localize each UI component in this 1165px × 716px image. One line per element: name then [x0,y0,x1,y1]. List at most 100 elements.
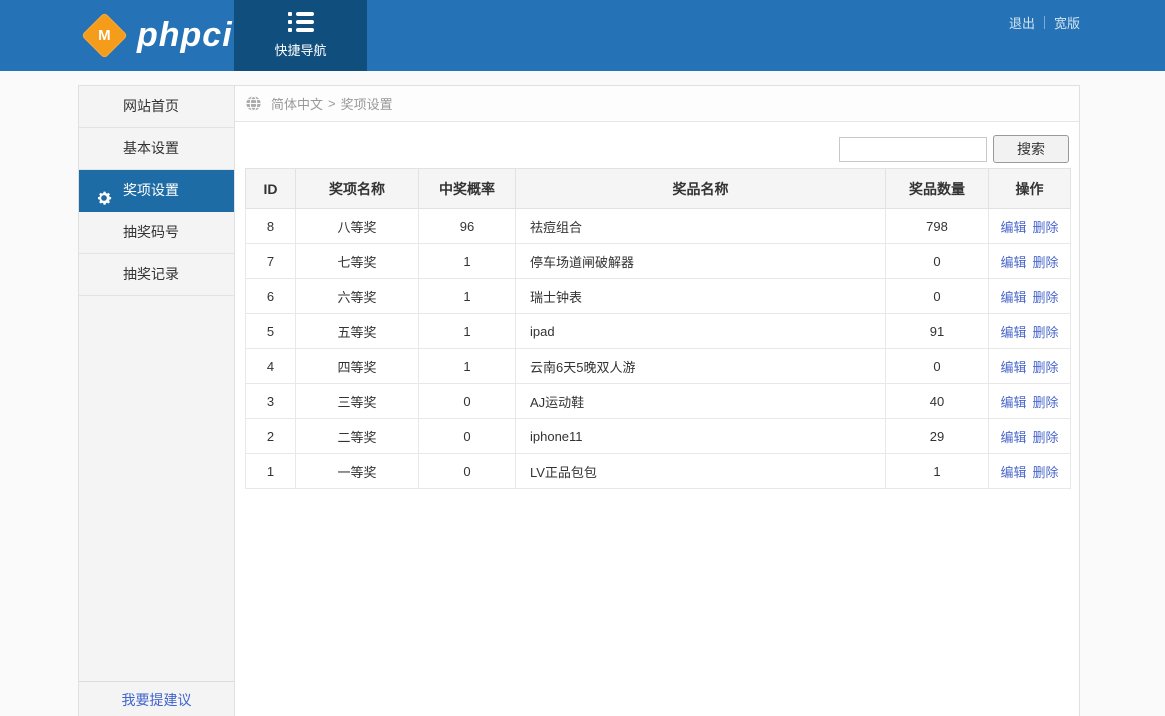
column-header-quantity: 奖品数量 [886,169,989,209]
cell-prize-name: 二等奖 [296,419,419,454]
cell-id: 7 [246,244,296,279]
table-row: 7 七等奖 1 停车场道闸破解器 0 编辑删除 [246,244,1071,279]
edit-link[interactable]: 编辑 [1000,465,1026,480]
cell-prize-name: 八等奖 [296,209,419,244]
cell-probability: 96 [419,209,516,244]
cell-prize-name: 四等奖 [296,349,419,384]
cell-product-name: 停车场道闸破解器 [516,244,886,279]
column-header-id: ID [246,169,296,209]
cell-prize-name: 六等奖 [296,279,419,314]
header-links: 退出 宽版 [1009,13,1080,32]
sidebar-item-basic-settings[interactable]: 基本设置 [79,128,234,170]
table-row: 3 三等奖 0 AJ运动鞋 40 编辑删除 [246,384,1071,419]
cell-actions: 编辑删除 [989,454,1071,489]
cell-prize-name: 七等奖 [296,244,419,279]
edit-link[interactable]: 编辑 [1000,220,1026,235]
delete-link[interactable]: 删除 [1033,360,1059,375]
cell-id: 8 [246,209,296,244]
sidebar-item-home[interactable]: 网站首页 [79,86,234,128]
cell-prize-name: 三等奖 [296,384,419,419]
breadcrumb-separator: > [328,96,336,111]
table-row: 5 五等奖 1 ipad 91 编辑删除 [246,314,1071,349]
delete-link[interactable]: 删除 [1033,220,1059,235]
cell-product-name: 祛痘组合 [516,209,886,244]
logout-link[interactable]: 退出 [1009,13,1035,32]
main-content: 简体中文 > 奖项设置 搜索 ID 奖项名称 中奖概率 奖品名称 奖品数量 操作 [235,85,1080,716]
cell-id: 3 [246,384,296,419]
gear-icon [95,182,113,200]
sidebar-item-prize-settings[interactable]: 奖项设置 [79,170,234,212]
cell-id: 2 [246,419,296,454]
content-area: 搜索 ID 奖项名称 中奖概率 奖品名称 奖品数量 操作 8 [235,122,1079,489]
delete-link[interactable]: 删除 [1033,255,1059,270]
edit-link[interactable]: 编辑 [1000,360,1026,375]
cell-actions: 编辑删除 [989,419,1071,454]
cell-probability: 1 [419,279,516,314]
cell-quantity: 1 [886,454,989,489]
top-header-bar: M phpci 快捷导航 退出 宽版 [0,0,1165,71]
edit-link[interactable]: 编辑 [1000,255,1026,270]
delete-link[interactable]: 删除 [1033,290,1059,305]
edit-link[interactable]: 编辑 [1000,395,1026,410]
cell-id: 5 [246,314,296,349]
column-header-probability: 中奖概率 [419,169,516,209]
table-header-row: ID 奖项名称 中奖概率 奖品名称 奖品数量 操作 [246,169,1071,209]
suggestion-link[interactable]: 我要提建议 [122,692,192,708]
cell-probability: 0 [419,384,516,419]
sidebar-item-label: 抽奖记录 [123,266,179,282]
cell-probability: 1 [419,314,516,349]
column-header-actions: 操作 [989,169,1071,209]
logo-text: phpci [137,16,233,55]
cell-id: 1 [246,454,296,489]
app-logo: M phpci [88,0,233,71]
cell-quantity: 40 [886,384,989,419]
table-row: 6 六等奖 1 瑞士钟表 0 编辑删除 [246,279,1071,314]
sidebar-item-label: 网站首页 [123,98,179,114]
link-divider [1044,16,1045,29]
delete-link[interactable]: 删除 [1033,465,1059,480]
breadcrumb: 简体中文 > 奖项设置 [235,86,1079,122]
sidebar-item-lottery-codes[interactable]: 抽奖码号 [79,212,234,254]
cell-quantity: 798 [886,209,989,244]
breadcrumb-language[interactable]: 简体中文 [271,94,323,113]
cell-product-name: iphone11 [516,419,886,454]
sidebar-item-label: 抽奖码号 [123,224,179,240]
cell-quantity: 0 [886,349,989,384]
delete-link[interactable]: 删除 [1033,395,1059,410]
cell-product-name: ipad [516,314,886,349]
delete-link[interactable]: 删除 [1033,325,1059,340]
search-button[interactable]: 搜索 [993,135,1069,163]
cell-prize-name: 一等奖 [296,454,419,489]
logo-diamond-icon: M [81,12,128,59]
edit-link[interactable]: 编辑 [1000,290,1026,305]
sidebar-item-label: 基本设置 [123,140,179,156]
cell-probability: 0 [419,419,516,454]
table-row: 1 一等奖 0 LV正品包包 1 编辑删除 [246,454,1071,489]
list-icon [288,12,314,32]
cell-product-name: 瑞士钟表 [516,279,886,314]
cell-id: 4 [246,349,296,384]
cell-prize-name: 五等奖 [296,314,419,349]
wide-version-link[interactable]: 宽版 [1054,13,1080,32]
cell-probability: 0 [419,454,516,489]
search-input[interactable] [839,137,987,162]
cell-quantity: 0 [886,244,989,279]
globe-icon [245,95,262,112]
sidebar-item-lottery-records[interactable]: 抽奖记录 [79,254,234,296]
edit-link[interactable]: 编辑 [1000,325,1026,340]
column-header-prize-name: 奖项名称 [296,169,419,209]
cell-actions: 编辑删除 [989,244,1071,279]
cell-quantity: 29 [886,419,989,454]
cell-actions: 编辑删除 [989,279,1071,314]
breadcrumb-current: 奖项设置 [341,94,393,113]
cell-product-name: LV正品包包 [516,454,886,489]
edit-link[interactable]: 编辑 [1000,430,1026,445]
search-row: 搜索 [245,135,1069,163]
prizes-table: ID 奖项名称 中奖概率 奖品名称 奖品数量 操作 8 八等奖 96 祛痘组合 … [245,168,1071,489]
delete-link[interactable]: 删除 [1033,430,1059,445]
sidebar-item-label: 奖项设置 [123,182,179,198]
table-row: 8 八等奖 96 祛痘组合 798 编辑删除 [246,209,1071,244]
quick-nav-button[interactable]: 快捷导航 [234,0,367,71]
sidebar-footer: 我要提建议 [79,681,234,716]
cell-actions: 编辑删除 [989,314,1071,349]
